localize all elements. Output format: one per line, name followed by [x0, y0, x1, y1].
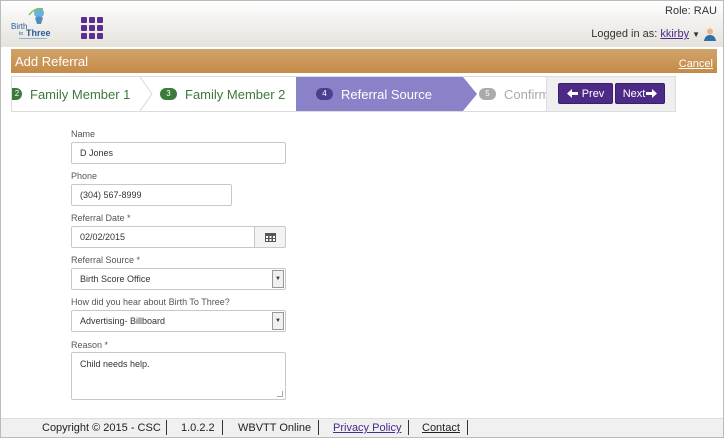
- arrow-right-icon: [646, 89, 658, 98]
- reason-value: Child needs help.: [80, 359, 150, 369]
- referral-source-select[interactable]: Birth Score Office ▼: [71, 268, 286, 290]
- next-button[interactable]: Next: [615, 83, 665, 104]
- hear-about-label: How did you hear about Birth To Three?: [71, 297, 230, 307]
- referral-date-label: Referral Date *: [71, 213, 131, 223]
- birth-to-three-logo: Birth to Three: [9, 5, 55, 43]
- footer-divider: [166, 420, 167, 435]
- referral-source-value: Birth Score Office: [80, 274, 151, 284]
- prev-button-label: Prev: [581, 87, 605, 100]
- step-number: 4: [316, 88, 333, 100]
- calendar-button[interactable]: [254, 226, 286, 248]
- footer: Copyright © 2015 - CSC 1.0.2.2 WBVTT Onl…: [1, 418, 723, 437]
- logged-in-label: Logged in as:: [591, 28, 658, 40]
- prev-button[interactable]: Prev: [558, 83, 613, 104]
- svg-text:Three: Three: [26, 28, 51, 38]
- phone-input[interactable]: (304) 567-8999: [71, 184, 232, 206]
- chevron-down-icon[interactable]: ▼: [272, 312, 284, 330]
- chevron-down-icon[interactable]: ▼: [272, 270, 284, 288]
- cancel-link[interactable]: Cancel: [679, 58, 713, 70]
- step-referral-source[interactable]: 4 Referral Source: [296, 77, 463, 111]
- footer-divider: [408, 420, 409, 435]
- user-menu-link[interactable]: kkirby: [660, 28, 689, 40]
- page-title: Add Referral: [15, 54, 88, 69]
- step-family-member-1[interactable]: 2 Family Member 1: [12, 77, 140, 111]
- privacy-policy-link[interactable]: Privacy Policy: [333, 422, 401, 434]
- svg-text:to: to: [19, 31, 23, 37]
- wizard-steps: 2 Family Member 1 3 Family Member 2 4 Re…: [11, 76, 676, 112]
- app-name-text: WBVTT Online: [238, 422, 312, 434]
- step-confirm[interactable]: 5 Confirm: [463, 77, 557, 111]
- step-number: 2: [12, 88, 22, 100]
- step-label: Family Member 2: [185, 86, 286, 102]
- chevron-down-icon[interactable]: ▼: [692, 30, 700, 39]
- role-text: Role: RAU: [665, 5, 717, 17]
- next-button-label: Next: [622, 87, 646, 100]
- step-label: Confirm: [504, 86, 550, 102]
- copyright-text: Copyright © 2015 - CSC: [42, 422, 161, 434]
- step-label: Referral Source: [341, 86, 433, 102]
- name-input[interactable]: D Jones: [71, 142, 286, 164]
- step-number: 3: [160, 88, 177, 100]
- logged-in-info: Logged in as: kkirby ▼: [591, 27, 717, 41]
- calendar-icon: [264, 233, 276, 242]
- apps-grid-icon[interactable]: [81, 17, 103, 39]
- top-header: Birth to Three Role: RAU Logged in as: k…: [1, 1, 723, 47]
- step-family-member-2[interactable]: 3 Family Member 2: [140, 77, 296, 111]
- resize-handle[interactable]: [277, 391, 283, 397]
- hear-about-select[interactable]: Advertising- Billboard ▼: [71, 310, 286, 332]
- referral-date-input[interactable]: 02/02/2015: [71, 226, 255, 248]
- arrow-left-icon: [566, 89, 578, 98]
- step-label: Family Member 1: [30, 86, 131, 102]
- referral-source-label: Referral Source *: [71, 255, 141, 265]
- wizard-nav: Prev Next: [546, 77, 675, 111]
- svg-text:Birth: Birth: [11, 22, 27, 31]
- user-icon: [703, 27, 717, 41]
- contact-link[interactable]: Contact: [422, 422, 460, 434]
- footer-divider: [318, 420, 319, 435]
- phone-label: Phone: [71, 171, 98, 181]
- hear-about-value: Advertising- Billboard: [80, 316, 166, 326]
- footer-divider: [467, 420, 468, 435]
- footer-divider: [222, 420, 223, 435]
- reason-textarea[interactable]: Child needs help.: [71, 352, 286, 400]
- step-number: 5: [479, 88, 496, 100]
- name-label: Name: [71, 129, 96, 139]
- version-text: 1.0.2.2: [181, 422, 215, 434]
- page-title-bar: Add Referral Cancel: [11, 49, 717, 73]
- reason-label: Reason *: [71, 340, 109, 350]
